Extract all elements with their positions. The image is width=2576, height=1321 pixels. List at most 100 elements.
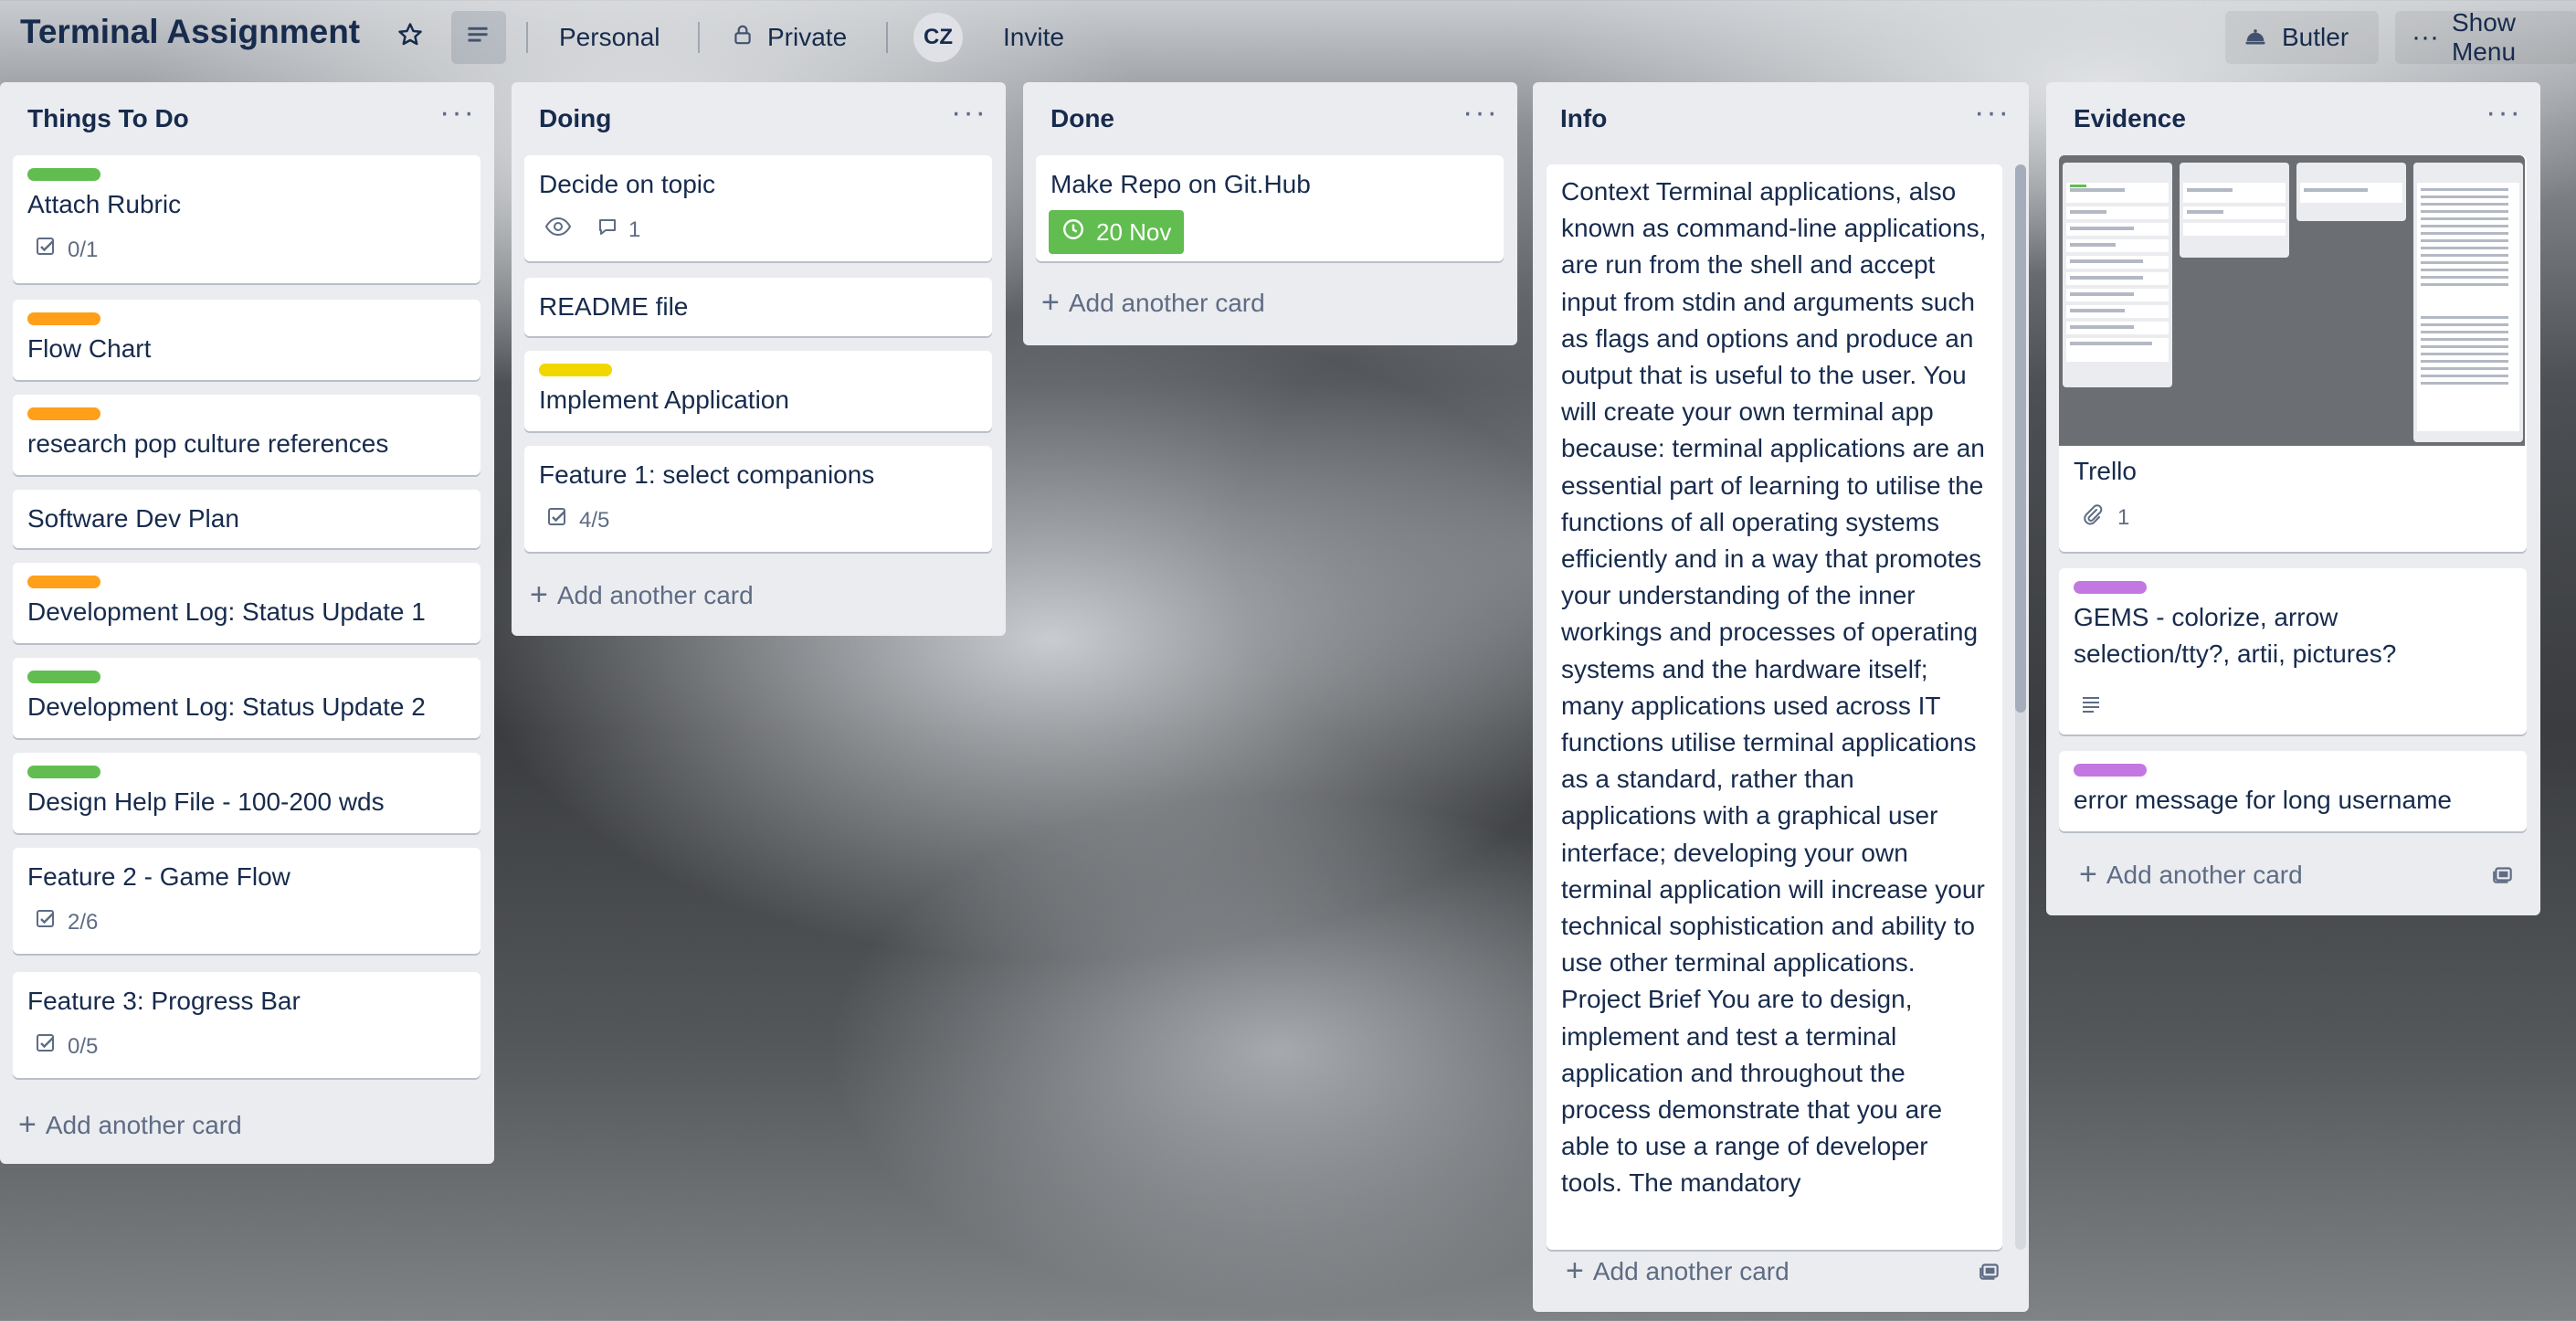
list-header: Done ···: [1023, 82, 1517, 155]
show-menu-label: Show Menu: [2451, 8, 2517, 66]
eye-icon: [544, 216, 572, 244]
list-title[interactable]: Done: [1050, 104, 1114, 133]
label-green: [27, 766, 100, 778]
butler-button[interactable]: Butler: [2225, 11, 2379, 64]
clock-icon: [1061, 217, 1085, 248]
label-green: [27, 671, 100, 683]
board-title[interactable]: Terminal Assignment: [20, 13, 360, 51]
list-menu-button[interactable]: ···: [951, 95, 987, 131]
card-feature-2[interactable]: Feature 2 - Game Flow 2/6: [13, 848, 480, 954]
list-menu-button[interactable]: ···: [1462, 95, 1499, 131]
card-software-dev-plan[interactable]: Software Dev Plan: [13, 490, 480, 548]
add-card-button[interactable]: + Add another card: [1041, 285, 1265, 321]
plus-icon: +: [2079, 857, 2097, 892]
list-doing: Doing ··· Decide on topic 1 README file …: [512, 82, 1006, 636]
list-header: Info ···: [1533, 82, 2029, 155]
board-screenshot-thumbnail: [2059, 155, 2525, 446]
list-things-to-do: Things To Do ··· Attach Rubric 0/1 Flow …: [0, 82, 494, 1164]
checklist-badge: 0/5: [35, 1032, 98, 1061]
list-title[interactable]: Things To Do: [27, 104, 189, 133]
card-trello[interactable]: Trello 1: [2059, 155, 2527, 552]
card-title: Feature 1: select companions: [539, 460, 875, 489]
invite-button[interactable]: Invite: [987, 11, 1081, 64]
card-make-repo[interactable]: Make Repo on Git.Hub 20 Nov: [1036, 155, 1504, 261]
avatar[interactable]: CZ: [913, 13, 963, 62]
plus-icon: +: [1041, 285, 1060, 320]
label-orange: [27, 576, 100, 588]
card-gems[interactable]: GEMS - colorize, arrow selection/tty?, a…: [2059, 568, 2527, 734]
card-feature-1[interactable]: Feature 1: select companions 4/5: [524, 446, 992, 552]
card-title: Make Repo on Git.Hub: [1050, 170, 1311, 198]
card-readme-file[interactable]: README file: [524, 278, 992, 336]
comment-icon: [596, 216, 619, 244]
plus-icon: +: [18, 1107, 37, 1142]
card-decide-on-topic[interactable]: Decide on topic 1: [524, 155, 992, 261]
add-card-button[interactable]: + Add another card: [2079, 857, 2303, 893]
butler-label: Butler: [2282, 23, 2349, 51]
card-template-button[interactable]: [2490, 862, 2516, 891]
card-template-button[interactable]: [1977, 1259, 2002, 1287]
list-done: Done ··· Make Repo on Git.Hub 20 Nov + A…: [1023, 82, 1517, 345]
checklist-icon: [35, 236, 57, 264]
card-attach-rubric[interactable]: Attach Rubric 0/1: [13, 155, 480, 283]
card-title: Trello: [2074, 457, 2137, 485]
card-title: Context Terminal applications, also know…: [1561, 177, 1987, 1198]
card-title: GEMS - colorize, arrow selection/tty?, a…: [2074, 603, 2397, 668]
card-research-pop-culture[interactable]: research pop culture references: [13, 395, 480, 475]
star-icon: [396, 21, 424, 55]
label-purple: [2074, 764, 2147, 777]
board-view-icon: [465, 22, 491, 54]
team-visibility-button[interactable]: Personal: [543, 11, 677, 64]
add-card-button[interactable]: + Add another card: [18, 1107, 242, 1143]
label-orange: [27, 407, 100, 420]
attachment-badge: 1: [2081, 502, 2129, 533]
card-feature-3[interactable]: Feature 3: Progress Bar 0/5: [13, 972, 480, 1078]
card-title: Feature 3: Progress Bar: [27, 987, 301, 1015]
due-date-badge[interactable]: 20 Nov: [1049, 210, 1185, 254]
card-title: research pop culture references: [27, 429, 389, 458]
card-title: Design Help File - 100-200 wds: [27, 787, 385, 816]
card-implement-application[interactable]: Implement Application: [524, 351, 992, 431]
privacy-label: Private: [767, 23, 848, 51]
list-title[interactable]: Evidence: [2074, 104, 2186, 133]
description-icon: [2079, 692, 2103, 719]
card-dev-log-1[interactable]: Development Log: Status Update 1: [13, 563, 480, 643]
star-button[interactable]: [384, 11, 438, 64]
add-card-button[interactable]: + Add another card: [530, 577, 754, 613]
add-card-label: Add another card: [1592, 1256, 1789, 1285]
show-menu-button[interactable]: ··· Show Menu: [2395, 8, 2576, 66]
board-view-button[interactable]: [451, 11, 506, 64]
checklist-badge: 4/5: [546, 506, 609, 534]
list-scrollbar[interactable]: [2015, 164, 2026, 1250]
card-design-help-file[interactable]: Design Help File - 100-200 wds: [13, 753, 480, 833]
add-card-button[interactable]: + Add another card: [1566, 1253, 1789, 1289]
plus-icon: +: [1566, 1253, 1584, 1288]
add-card-label: Add another card: [45, 1110, 242, 1139]
comment-badge: 1: [596, 216, 640, 244]
list-menu-button[interactable]: ···: [1974, 95, 2011, 131]
list-menu-button[interactable]: ···: [439, 95, 476, 131]
card-flow-chart[interactable]: Flow Chart: [13, 300, 480, 380]
card-error-message[interactable]: error message for long username: [2059, 751, 2527, 831]
checklist-count: 2/6: [68, 909, 99, 935]
list-menu-button[interactable]: ···: [2486, 95, 2522, 131]
header-divider: [698, 22, 700, 53]
list-title[interactable]: Info: [1560, 104, 1607, 133]
comment-count: 1: [628, 217, 641, 242]
card-template-icon: [2490, 867, 2516, 890]
scrollbar-thumb[interactable]: [2015, 164, 2026, 713]
checklist-badge: 0/1: [35, 236, 98, 264]
card-title: Decide on topic: [539, 170, 716, 198]
card-dev-log-2[interactable]: Development Log: Status Update 2: [13, 658, 480, 738]
list-header: Evidence ···: [2046, 82, 2540, 155]
board-header: Terminal Assignment Personal Private CZ …: [0, 0, 2576, 75]
card-cover-image: [2059, 155, 2525, 446]
attachment-count: 1: [2117, 504, 2130, 530]
card-title: Flow Chart: [27, 334, 152, 363]
privacy-button[interactable]: Private: [714, 11, 863, 64]
card-title: Development Log: Status Update 2: [27, 692, 426, 721]
card-context[interactable]: Context Terminal applications, also know…: [1547, 164, 2002, 1250]
list-title[interactable]: Doing: [539, 104, 611, 133]
plus-icon: +: [530, 577, 548, 612]
lock-icon: [731, 22, 755, 54]
